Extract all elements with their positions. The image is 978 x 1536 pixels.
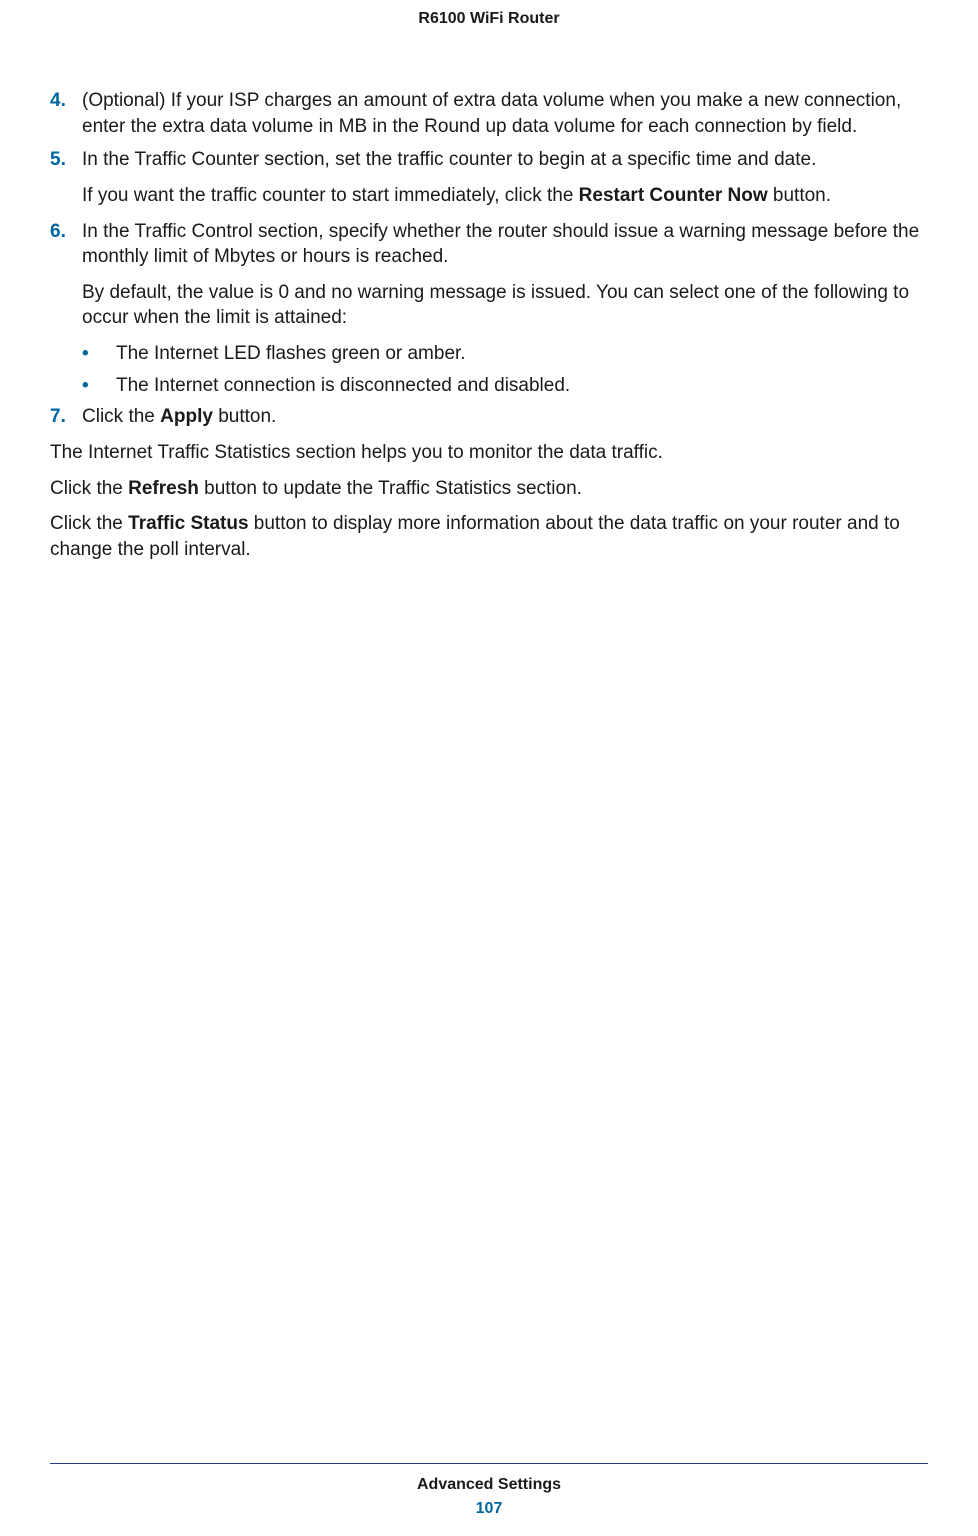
paragraph-2: Click the Refresh button to update the T…	[50, 476, 928, 502]
text-segment: Click the	[82, 406, 160, 427]
bold-text: Refresh	[128, 478, 199, 499]
step-number: 5.	[50, 147, 82, 173]
page-content: 4. (Optional) If your ISP charges an amo…	[0, 88, 978, 563]
paragraph-3: Click the Traffic Status button to displ…	[50, 511, 928, 562]
text-segment: button to update the Traffic Statistics …	[199, 478, 582, 499]
step-text: In the Traffic Control section, specify …	[82, 219, 928, 270]
step-5-subtext: If you want the traffic counter to start…	[82, 183, 928, 209]
footer-page-number: 107	[0, 1500, 978, 1518]
bullet-icon: •	[82, 373, 116, 399]
text-segment: If you want the traffic counter to start…	[82, 185, 579, 206]
step-text: Click the Apply button.	[82, 404, 928, 430]
step-number: 4.	[50, 88, 82, 139]
paragraph-1: The Internet Traffic Statistics section …	[50, 440, 928, 466]
footer-divider	[50, 1463, 928, 1464]
step-number: 6.	[50, 219, 82, 270]
step-number: 7.	[50, 404, 82, 430]
step-6: 6. In the Traffic Control section, speci…	[50, 219, 928, 270]
text-segment: button.	[768, 185, 831, 206]
page-header-title: R6100 WiFi Router	[0, 0, 978, 88]
bold-text: Restart Counter Now	[579, 185, 768, 206]
bold-text: Traffic Status	[128, 513, 248, 534]
bullet-item-2: • The Internet connection is disconnecte…	[82, 373, 928, 399]
step-text: (Optional) If your ISP charges an amount…	[82, 88, 928, 139]
step-7: 7. Click the Apply button.	[50, 404, 928, 430]
step-4: 4. (Optional) If your ISP charges an amo…	[50, 88, 928, 139]
step-6-subtext: By default, the value is 0 and no warnin…	[82, 280, 928, 331]
text-segment: Click the	[50, 478, 128, 499]
bullet-icon: •	[82, 341, 116, 367]
text-segment: Click the	[50, 513, 128, 534]
step-text: In the Traffic Counter section, set the …	[82, 147, 928, 173]
bold-text: Apply	[160, 406, 213, 427]
bullet-text: The Internet connection is disconnected …	[116, 373, 570, 399]
page-footer: Advanced Settings 107	[0, 1463, 978, 1518]
text-segment: button.	[213, 406, 276, 427]
step-5: 5. In the Traffic Counter section, set t…	[50, 147, 928, 173]
bullet-item-1: • The Internet LED flashes green or ambe…	[82, 341, 928, 367]
bullet-text: The Internet LED flashes green or amber.	[116, 341, 466, 367]
footer-section-title: Advanced Settings	[0, 1476, 978, 1494]
